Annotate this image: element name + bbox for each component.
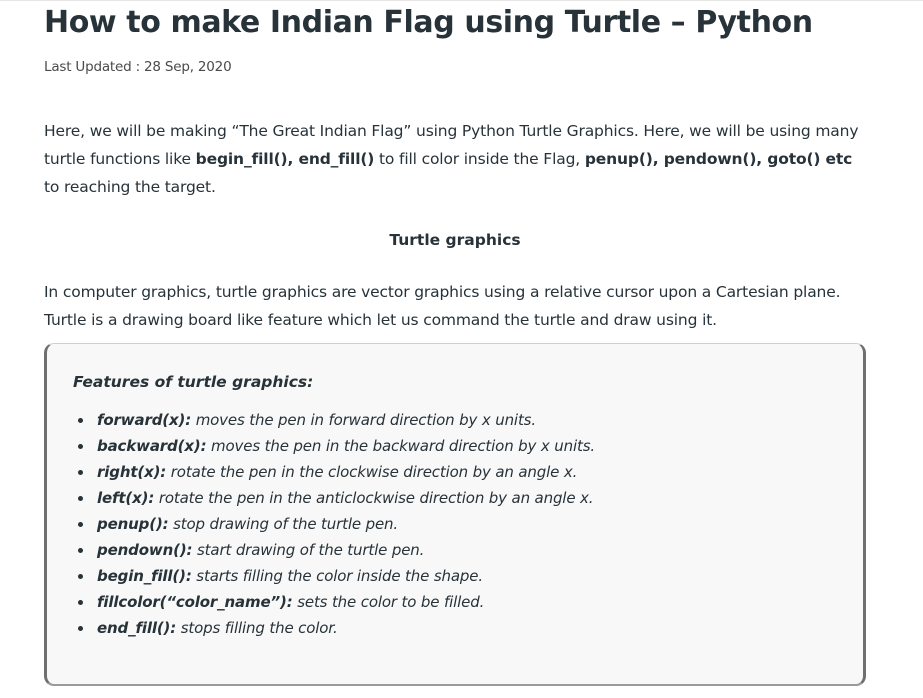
feature-desc: sets the color to be filled. (292, 593, 485, 611)
intro-text-3: to reaching the target. (44, 178, 216, 196)
feature-desc: moves the pen in the backward direction … (206, 437, 595, 455)
feature-desc: starts filling the color inside the shap… (191, 567, 483, 585)
feature-term: left(x): (97, 489, 155, 507)
feature-desc: stop drawing of the turtle pen. (168, 515, 398, 533)
last-updated: Last Updated : 28 Sep, 2020 (44, 59, 232, 75)
bullet-icon (78, 522, 83, 527)
bullet-icon (78, 600, 83, 605)
feature-term: begin_fill(): (97, 567, 192, 585)
bullet-icon (78, 496, 83, 501)
feature-desc: stops filling the color. (176, 619, 338, 637)
list-item: forward(x): moves the pen in forward dir… (78, 407, 595, 433)
feature-term: pendown(): (97, 541, 193, 559)
list-item: begin_fill(): starts filling the color i… (78, 563, 595, 589)
article-title: How to make Indian Flag using Turtle – P… (44, 5, 813, 40)
intro-code-fill: begin_fill(), end_fill() (195, 150, 375, 168)
list-item: left(x): rotate the pen in the anticlock… (78, 485, 595, 511)
feature-desc: rotate the pen in the clockwise directio… (166, 463, 578, 481)
features-list: forward(x): moves the pen in forward dir… (73, 407, 595, 641)
list-item: pendown(): start drawing of the turtle p… (78, 537, 595, 563)
bullet-icon (78, 470, 83, 475)
feature-term: right(x): (97, 463, 167, 481)
list-item: penup(): stop drawing of the turtle pen. (78, 511, 595, 537)
intro-text-2: to fill color inside the Flag, (374, 150, 585, 168)
intro-paragraph: Here, we will be making “The Great India… (44, 117, 866, 201)
feature-term: forward(x): (97, 411, 192, 429)
bullet-icon (78, 548, 83, 553)
section-heading: Turtle graphics (389, 231, 521, 249)
feature-desc: start drawing of the turtle pen. (192, 541, 425, 559)
top-divider (0, 0, 923, 1)
description-paragraph: In computer graphics, turtle graphics ar… (44, 283, 841, 329)
features-box: Features of turtle graphics: forward(x):… (44, 343, 866, 686)
list-item: fillcolor(“color_name”): sets the color … (78, 589, 595, 615)
features-title: Features of turtle graphics: (73, 373, 314, 391)
bullet-icon (78, 574, 83, 579)
feature-desc: rotate the pen in the anticlockwise dire… (154, 489, 594, 507)
feature-term: backward(x): (97, 437, 207, 455)
intro-code-pen: penup(), pendown(), goto() etc (584, 150, 853, 168)
bullet-icon (78, 444, 83, 449)
list-item: right(x): rotate the pen in the clockwis… (78, 459, 595, 485)
bullet-icon (78, 626, 83, 631)
list-item: backward(x): moves the pen in the backwa… (78, 433, 595, 459)
list-item: end_fill(): stops filling the color. (78, 615, 595, 641)
feature-term: penup(): (97, 515, 169, 533)
feature-term: fillcolor(“color_name”): (97, 593, 293, 611)
feature-desc: moves the pen in forward direction by x … (191, 411, 536, 429)
bullet-icon (78, 418, 83, 423)
feature-term: end_fill(): (97, 619, 177, 637)
